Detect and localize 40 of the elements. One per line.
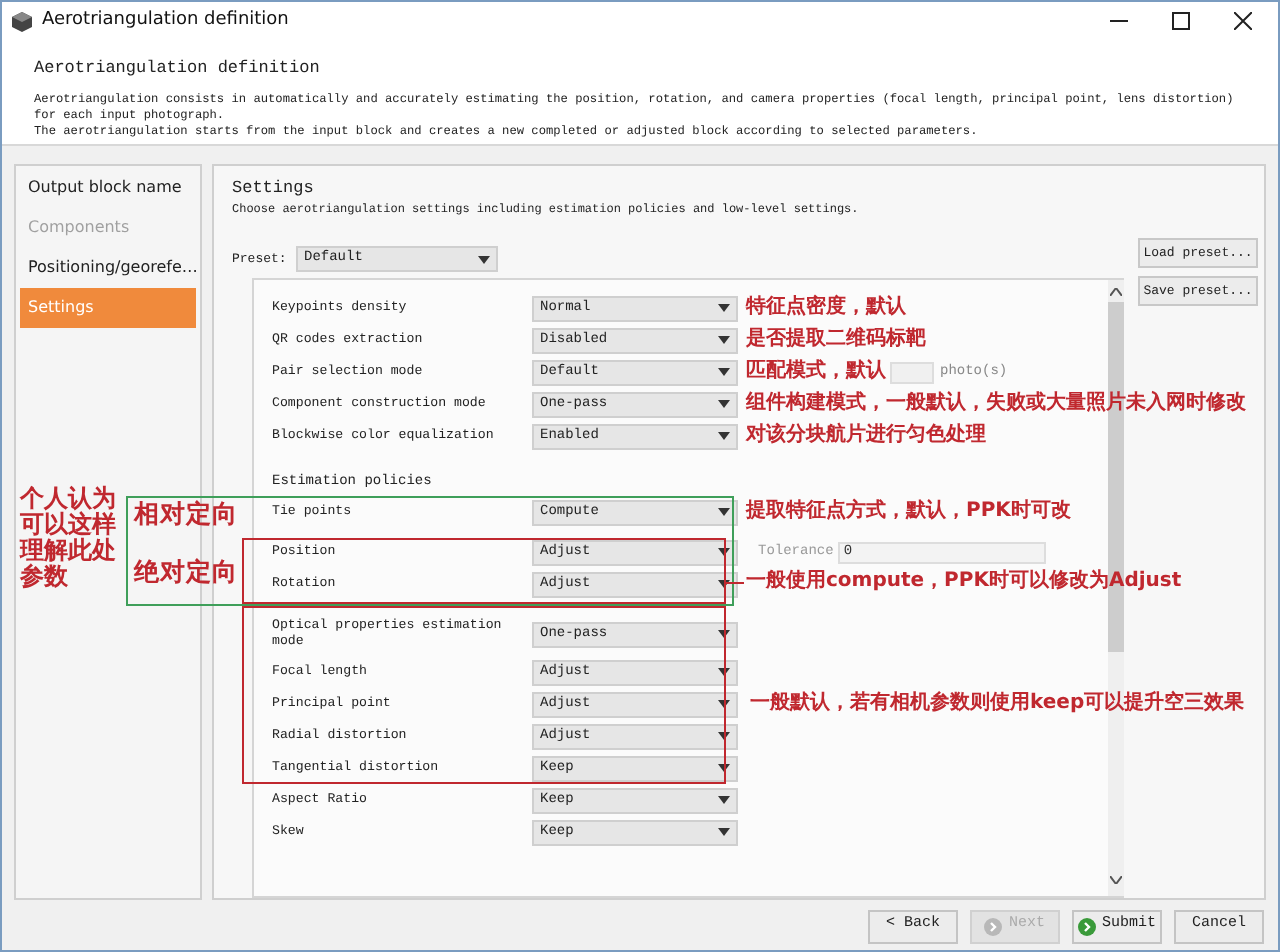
caret-icon	[718, 668, 730, 676]
scroll-up-icon[interactable]	[1110, 288, 1122, 296]
annotation-note: 是否提取二维码标靶	[746, 328, 926, 352]
sidebar-item[interactable]: Output block name	[20, 168, 196, 208]
scroll-down-icon[interactable]	[1110, 876, 1122, 884]
maximize-icon[interactable]	[1172, 12, 1190, 30]
annotation-note: 特征点密度，默认	[746, 296, 906, 320]
annotation-note: 提取特征点方式，默认，PPK时可改	[746, 500, 1071, 524]
caret-icon	[718, 508, 730, 516]
caret-icon	[718, 400, 730, 408]
close-icon[interactable]	[1234, 12, 1252, 30]
annotation-label: 绝对定向	[134, 558, 238, 586]
cube-icon	[12, 11, 32, 31]
section-title: Settings	[232, 178, 316, 200]
annotation-note: 个人认为可以这样理解此处参数	[20, 486, 118, 590]
caret-icon	[718, 630, 730, 638]
arrow-circle-icon	[1077, 917, 1096, 935]
caret-icon	[718, 764, 730, 772]
arrow-circle-icon	[984, 917, 1003, 935]
caret-icon	[718, 796, 730, 804]
caret-icon	[718, 700, 730, 708]
window-title: Aerotriangulation definition	[42, 7, 289, 34]
caret-icon	[718, 336, 730, 344]
leader-line	[726, 582, 744, 584]
caret-icon	[718, 432, 730, 440]
caret-icon	[718, 828, 730, 836]
annotation-note: 匹配模式，默认	[746, 360, 886, 384]
annotation-note: 一般使用compute，PPK时可以修改为Adjust	[746, 570, 1182, 594]
page-heading: Aerotriangulation definition	[34, 58, 322, 80]
caret-icon	[718, 304, 730, 312]
annotation-label: 相对定向	[134, 500, 238, 528]
sidebar-item[interactable]: Positioning/georefe…	[20, 248, 196, 288]
annotation-note: 一般默认，若有相机参数则使用keep可以提升空三效果	[750, 692, 1245, 716]
count-field[interactable]	[890, 361, 934, 383]
caret-icon	[718, 548, 730, 556]
annotation-note: 组件构建模式，一般默认，失败或大量照片未入网时修改	[746, 392, 1246, 416]
caret-icon	[718, 732, 730, 740]
annotation-note: 对该分块航片进行匀色处理	[746, 424, 986, 448]
caret-icon	[478, 255, 490, 263]
caret-icon	[718, 368, 730, 376]
